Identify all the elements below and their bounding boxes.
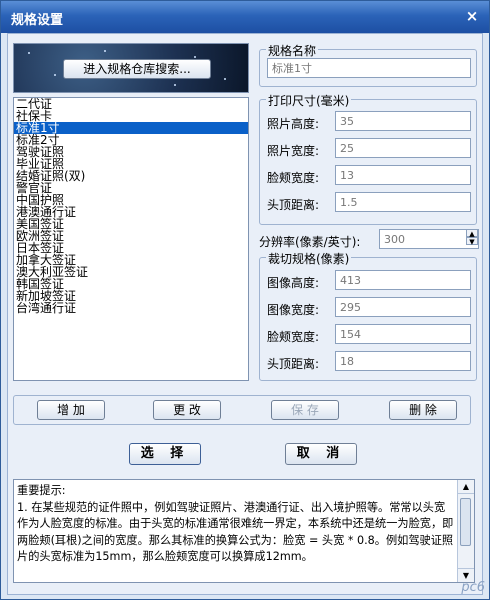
notes-box[interactable]: 重要提示: 1. 在某些规范的证件照中，例如驾驶证照片、港澳通行证、出入境护照等… [13, 479, 475, 583]
close-button[interactable]: × [463, 7, 481, 25]
face-width-mm-input[interactable] [335, 165, 471, 185]
cancel-button[interactable]: 取 消 [285, 443, 357, 465]
print-size-legend: 打印尺寸(毫米) [266, 92, 352, 109]
edit-button[interactable]: 更 改 [153, 400, 221, 420]
spin-up-icon[interactable]: ▲ [466, 229, 478, 238]
delete-button[interactable]: 删 除 [389, 400, 457, 420]
resolution-spinner[interactable]: ▲ ▼ [379, 229, 479, 249]
choose-button[interactable]: 选 择 [129, 443, 201, 465]
add-button[interactable]: 增 加 [37, 400, 105, 420]
photo-width-label: 照片宽度: [267, 144, 320, 158]
spec-name-input[interactable] [267, 58, 471, 78]
resolution-label: 分辨率(像素/英寸): [259, 235, 361, 249]
crop-top-distance-label: 头顶距离: [267, 357, 320, 371]
warehouse-search-button[interactable]: 进入规格仓库搜索... [63, 59, 211, 79]
save-button[interactable]: 保 存 [271, 400, 339, 420]
image-width-label: 图像宽度: [267, 303, 320, 317]
spin-down-icon[interactable]: ▼ [466, 237, 478, 246]
notes-scrollbar[interactable]: ▲ ▼ [457, 480, 474, 582]
image-height-label: 图像高度: [267, 276, 320, 290]
list-item[interactable]: 台湾通行证 [14, 302, 248, 314]
spec-name-legend: 规格名称 [266, 42, 319, 59]
photo-width-mm-input[interactable] [335, 138, 471, 158]
photo-height-mm-input[interactable] [335, 111, 471, 131]
scroll-thumb[interactable] [460, 498, 471, 546]
face-width-px-input[interactable] [335, 324, 471, 344]
scroll-up-icon[interactable]: ▲ [458, 480, 474, 494]
watermark-logo: pc6 [461, 580, 485, 595]
notes-text: 重要提示: 1. 在某些规范的证件照中，例如驾驶证照片、港澳通行证、出入境护照等… [17, 484, 454, 563]
spec-list[interactable]: 二代证 社保卡 标准1寸 标准2寸 驾驶证照 毕业证照 结婚证照(双) 警官证 中国护照 港澳通行… [13, 97, 249, 381]
top-distance-mm-input[interactable] [335, 192, 471, 212]
resolution-input[interactable] [379, 229, 479, 249]
window-title: 规格设置 [11, 13, 64, 28]
spec-settings-window: 规格设置 × 进入规格仓库搜索... 二代证 社保卡 标准1寸 标准2寸 驾驶证照 毕业证… [0, 0, 490, 600]
image-height-px-input[interactable] [335, 270, 471, 290]
photo-height-label: 照片高度: [267, 117, 320, 131]
top-distance-label: 头顶距离: [267, 198, 320, 212]
top-distance-px-input[interactable] [335, 351, 471, 371]
resolution-spin-buttons[interactable]: ▲ ▼ [466, 229, 478, 247]
crop-face-width-label: 脸颊宽度: [267, 330, 320, 344]
image-width-px-input[interactable] [335, 297, 471, 317]
face-width-label: 脸颊宽度: [267, 171, 320, 185]
crop-size-legend: 裁切规格(像素) [266, 250, 352, 267]
title-bar: 规格设置 × [1, 1, 489, 33]
